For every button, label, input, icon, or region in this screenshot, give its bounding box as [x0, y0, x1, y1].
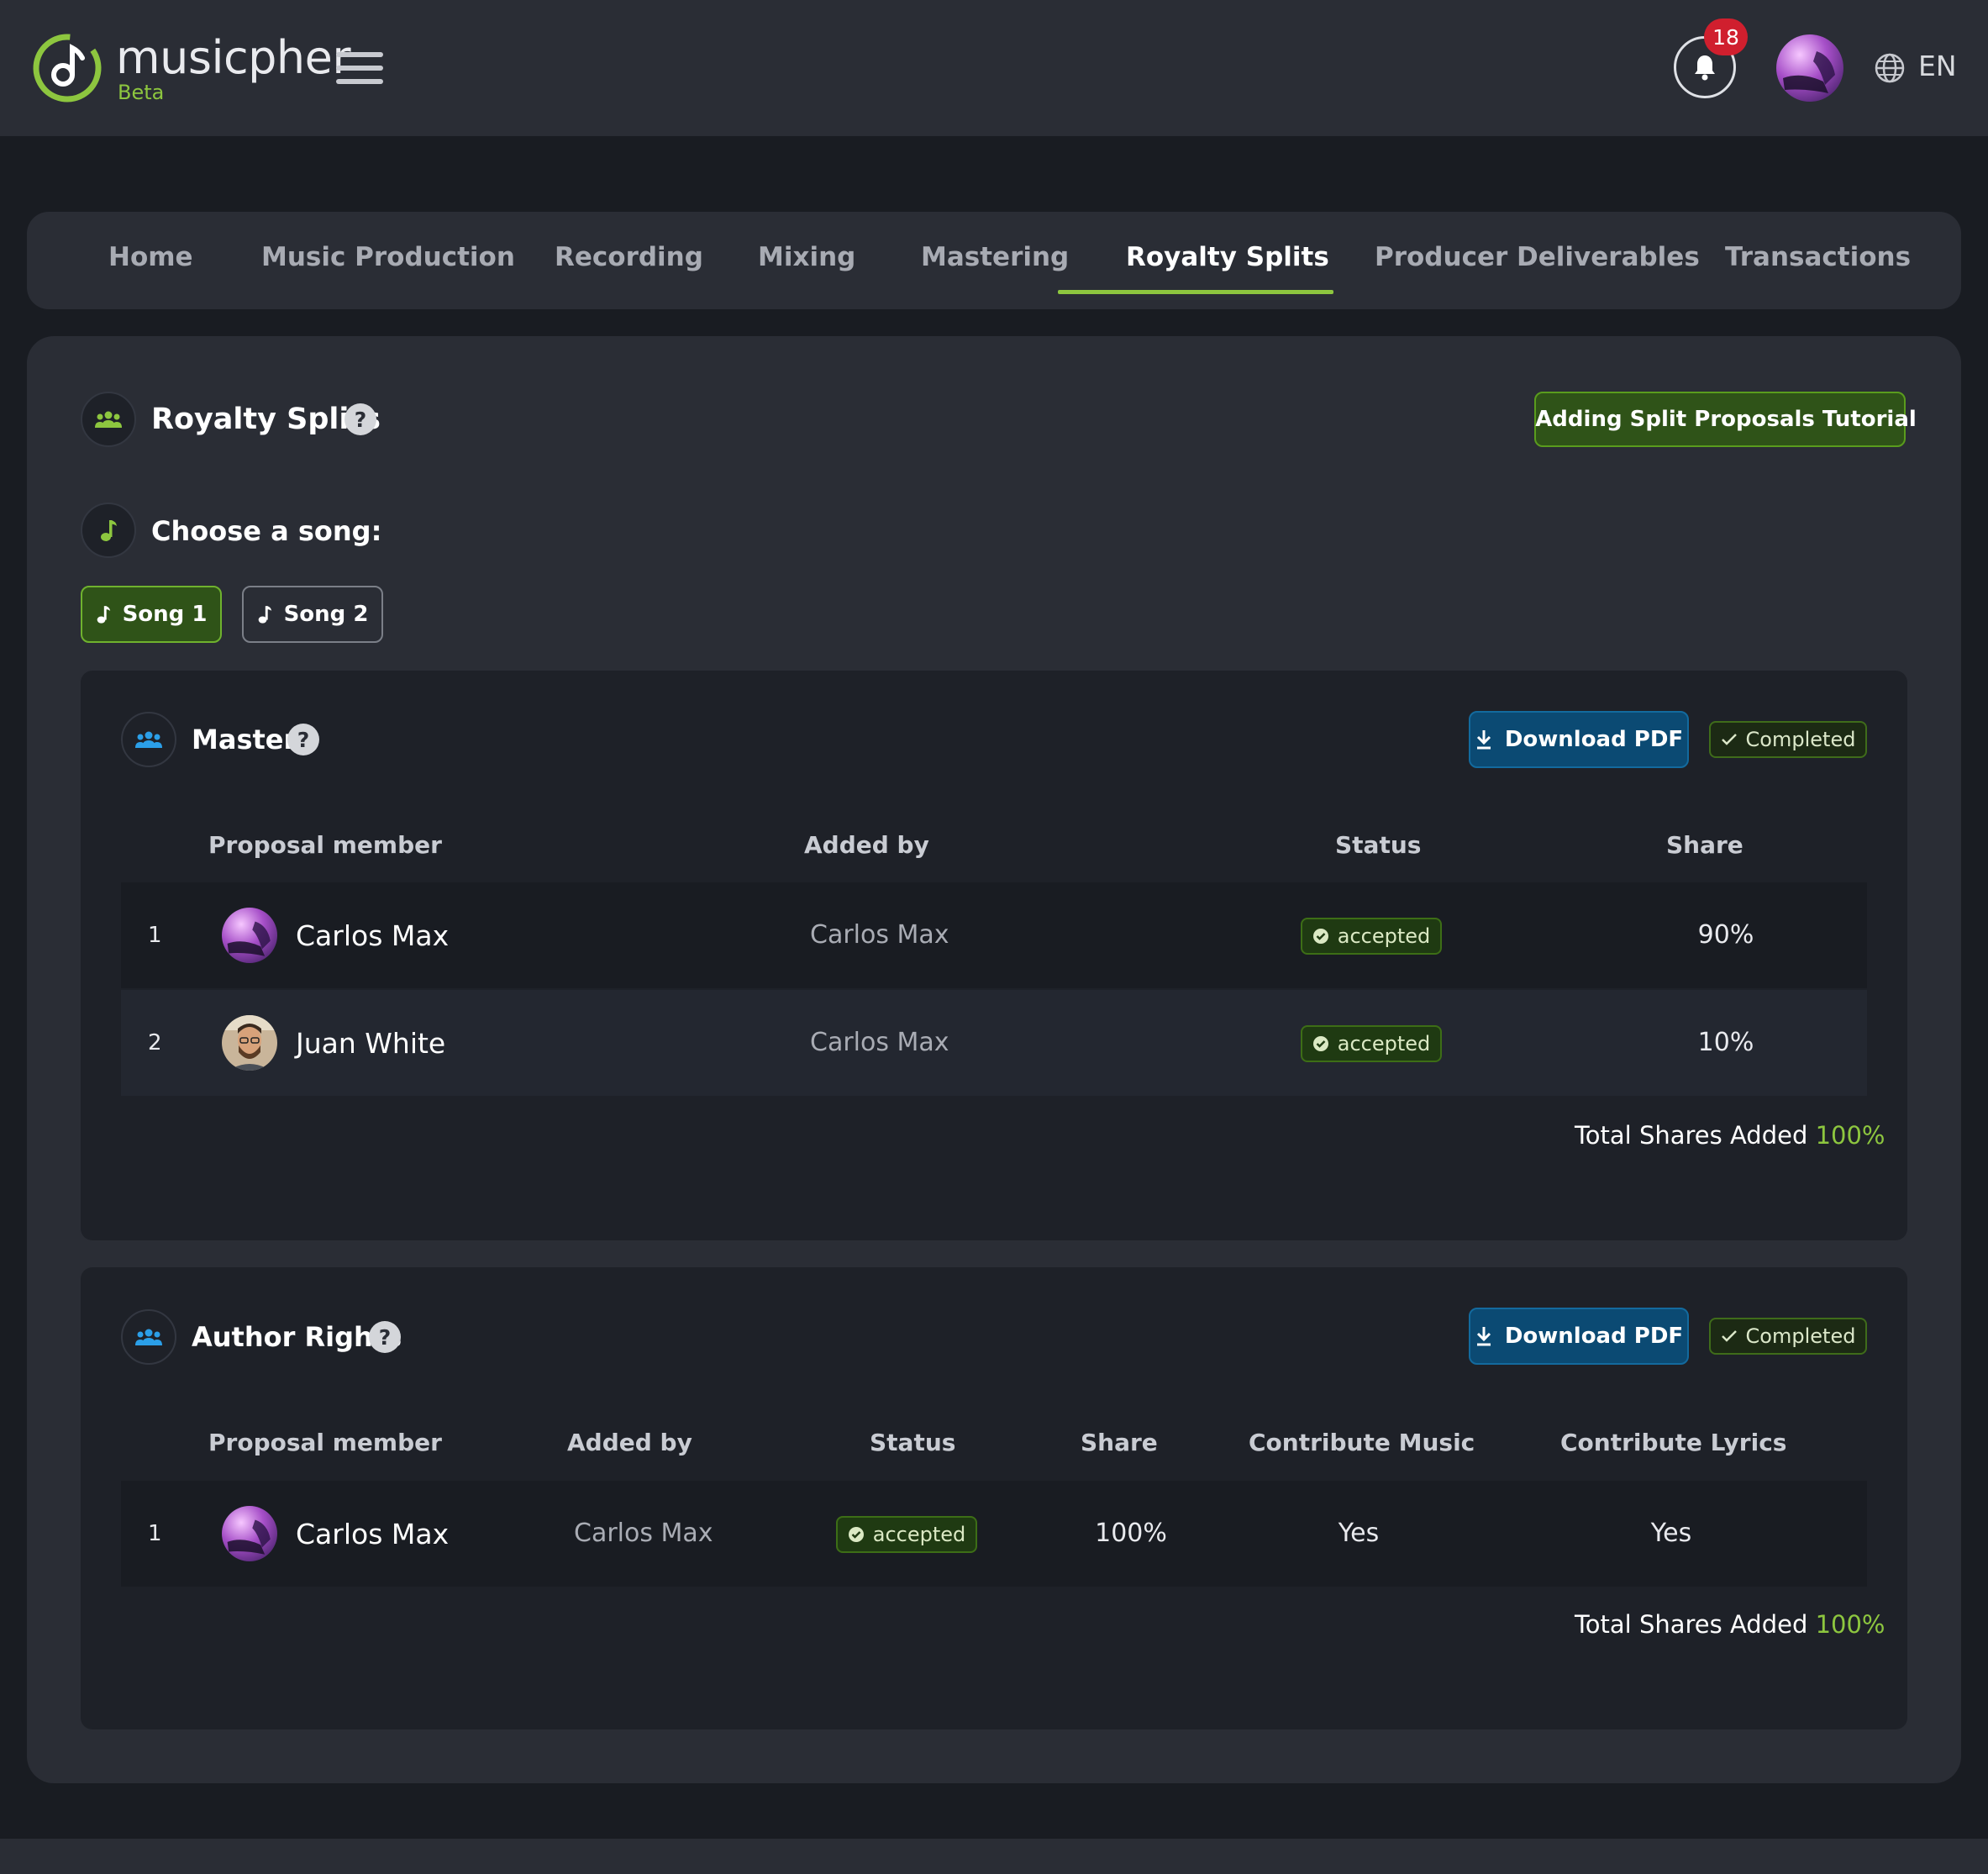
brand-beta-tag: Beta	[118, 81, 165, 104]
master-header-added-by: Added by	[804, 831, 929, 859]
author-rights-section-icon	[121, 1309, 176, 1365]
master-header-share: Share	[1666, 831, 1743, 859]
author-header-status: Status	[870, 1429, 956, 1456]
check-circle-icon	[1312, 929, 1328, 944]
total-label: Total Shares Added	[1575, 1610, 1808, 1639]
tab-mastering[interactable]: Mastering	[921, 242, 1069, 273]
song-2-label: Song 2	[283, 602, 369, 627]
master-download-label: Download PDF	[1504, 727, 1684, 752]
tutorial-button-label: Adding Split Proposals Tutorial	[1535, 407, 1917, 432]
master-header-member: Proposal member	[208, 831, 442, 859]
tab-royalty-splits[interactable]: Royalty Splits	[1126, 242, 1329, 273]
master-section-icon	[121, 712, 176, 767]
member-name: Carlos Max	[296, 919, 450, 952]
royalty-splits-section-icon	[81, 392, 136, 447]
check-circle-icon	[848, 1527, 864, 1542]
master-title: Master	[192, 724, 297, 755]
total-value: 100%	[1815, 1121, 1885, 1150]
check-icon	[1721, 734, 1737, 745]
master-completed-label: Completed	[1745, 728, 1856, 751]
author-header-member: Proposal member	[208, 1429, 442, 1456]
author-download-pdf-button[interactable]: Download PDF	[1469, 1308, 1689, 1365]
author-total-shares: Total Shares Added 100%	[1575, 1613, 1885, 1637]
tab-producer-deliverables[interactable]: Producer Deliverables	[1375, 242, 1700, 273]
author-header-contribute-lyrics: Contribute Lyrics	[1560, 1429, 1787, 1456]
user-avatar[interactable]	[1776, 34, 1843, 102]
status-label: accepted	[1337, 924, 1431, 948]
status-badge: accepted	[1301, 1025, 1442, 1062]
master-header-status: Status	[1335, 831, 1422, 859]
author-header-contribute-music: Contribute Music	[1249, 1429, 1475, 1456]
music-note-icon	[97, 606, 110, 624]
row-number: 1	[148, 923, 162, 948]
status-label: accepted	[872, 1523, 966, 1546]
tab-home[interactable]: Home	[108, 242, 193, 273]
brand-name[interactable]: musicpher	[116, 35, 351, 81]
added-by: Carlos Max	[810, 1028, 949, 1057]
language-selector[interactable]: EN	[1918, 52, 1957, 80]
bell-icon	[1695, 55, 1715, 81]
master-completed-badge: Completed	[1709, 721, 1867, 758]
avatar	[222, 908, 277, 963]
row-number: 1	[148, 1521, 162, 1546]
total-label: Total Shares Added	[1575, 1121, 1808, 1150]
song-1-label: Song 1	[122, 602, 208, 627]
status-badge: accepted	[1301, 918, 1442, 955]
avatar	[222, 1015, 277, 1071]
table-row: 1 Carlos Max Carlos Max accepted 100% Ye…	[121, 1481, 1867, 1587]
avatar	[222, 1506, 277, 1561]
added-by: Carlos Max	[574, 1519, 713, 1548]
author-completed-label: Completed	[1745, 1324, 1856, 1348]
share-value: 100%	[1095, 1519, 1167, 1548]
author-rights-help-icon[interactable]: ?	[369, 1321, 401, 1353]
author-completed-badge: Completed	[1709, 1318, 1867, 1355]
choose-song-label: Choose a song:	[151, 515, 382, 547]
added-by: Carlos Max	[810, 920, 949, 950]
users-icon	[95, 411, 122, 428]
table-row: 1 Carlos Max Carlos Max accepted 90%	[121, 882, 1867, 988]
share-value: 90%	[1697, 920, 1754, 950]
notification-count-badge: 18	[1704, 18, 1748, 55]
footer-strip	[0, 1839, 1988, 1874]
row-number: 2	[148, 1030, 162, 1055]
music-note-icon	[258, 606, 271, 624]
contribute-music-value: Yes	[1338, 1519, 1380, 1548]
member-name: Juan White	[296, 1027, 446, 1060]
status-badge: accepted	[836, 1516, 977, 1553]
master-help-icon[interactable]: ?	[287, 724, 319, 755]
share-value: 10%	[1697, 1028, 1754, 1057]
table-row: 2 Juan White Carlos Max accepted 10%	[121, 990, 1867, 1096]
author-header-added-by: Added by	[567, 1429, 692, 1456]
tab-recording[interactable]: Recording	[555, 242, 703, 273]
download-icon	[1476, 730, 1491, 750]
song-1-button[interactable]: Song 1	[81, 586, 222, 643]
hamburger-icon[interactable]	[336, 52, 383, 84]
tab-bar: Home Music Production Recording Mixing M…	[27, 212, 1961, 309]
tab-mixing[interactable]: Mixing	[758, 242, 855, 273]
status-label: accepted	[1337, 1032, 1431, 1055]
globe-icon[interactable]	[1874, 52, 1906, 84]
contribute-lyrics-value: Yes	[1650, 1519, 1692, 1548]
musicpher-logo-icon[interactable]	[32, 33, 103, 103]
master-download-pdf-button[interactable]: Download PDF	[1469, 711, 1689, 768]
author-download-label: Download PDF	[1504, 1324, 1684, 1349]
tab-music-production[interactable]: Music Production	[261, 242, 515, 273]
member-name: Carlos Max	[296, 1518, 450, 1550]
music-note-icon	[101, 520, 117, 541]
users-icon	[135, 1329, 162, 1345]
total-value: 100%	[1815, 1610, 1885, 1639]
master-total-shares: Total Shares Added 100%	[1575, 1124, 1885, 1148]
active-tab-indicator	[1058, 290, 1333, 294]
help-icon[interactable]: ?	[344, 403, 376, 435]
users-icon	[135, 731, 162, 748]
download-icon	[1476, 1327, 1491, 1346]
author-header-share: Share	[1081, 1429, 1158, 1456]
check-icon	[1721, 1330, 1737, 1342]
song-2-button[interactable]: Song 2	[242, 586, 383, 643]
check-circle-icon	[1312, 1036, 1328, 1051]
tab-transactions[interactable]: Transactions	[1725, 242, 1911, 273]
tutorial-button[interactable]: Adding Split Proposals Tutorial	[1534, 392, 1917, 447]
choose-song-icon-wrap	[81, 503, 136, 558]
